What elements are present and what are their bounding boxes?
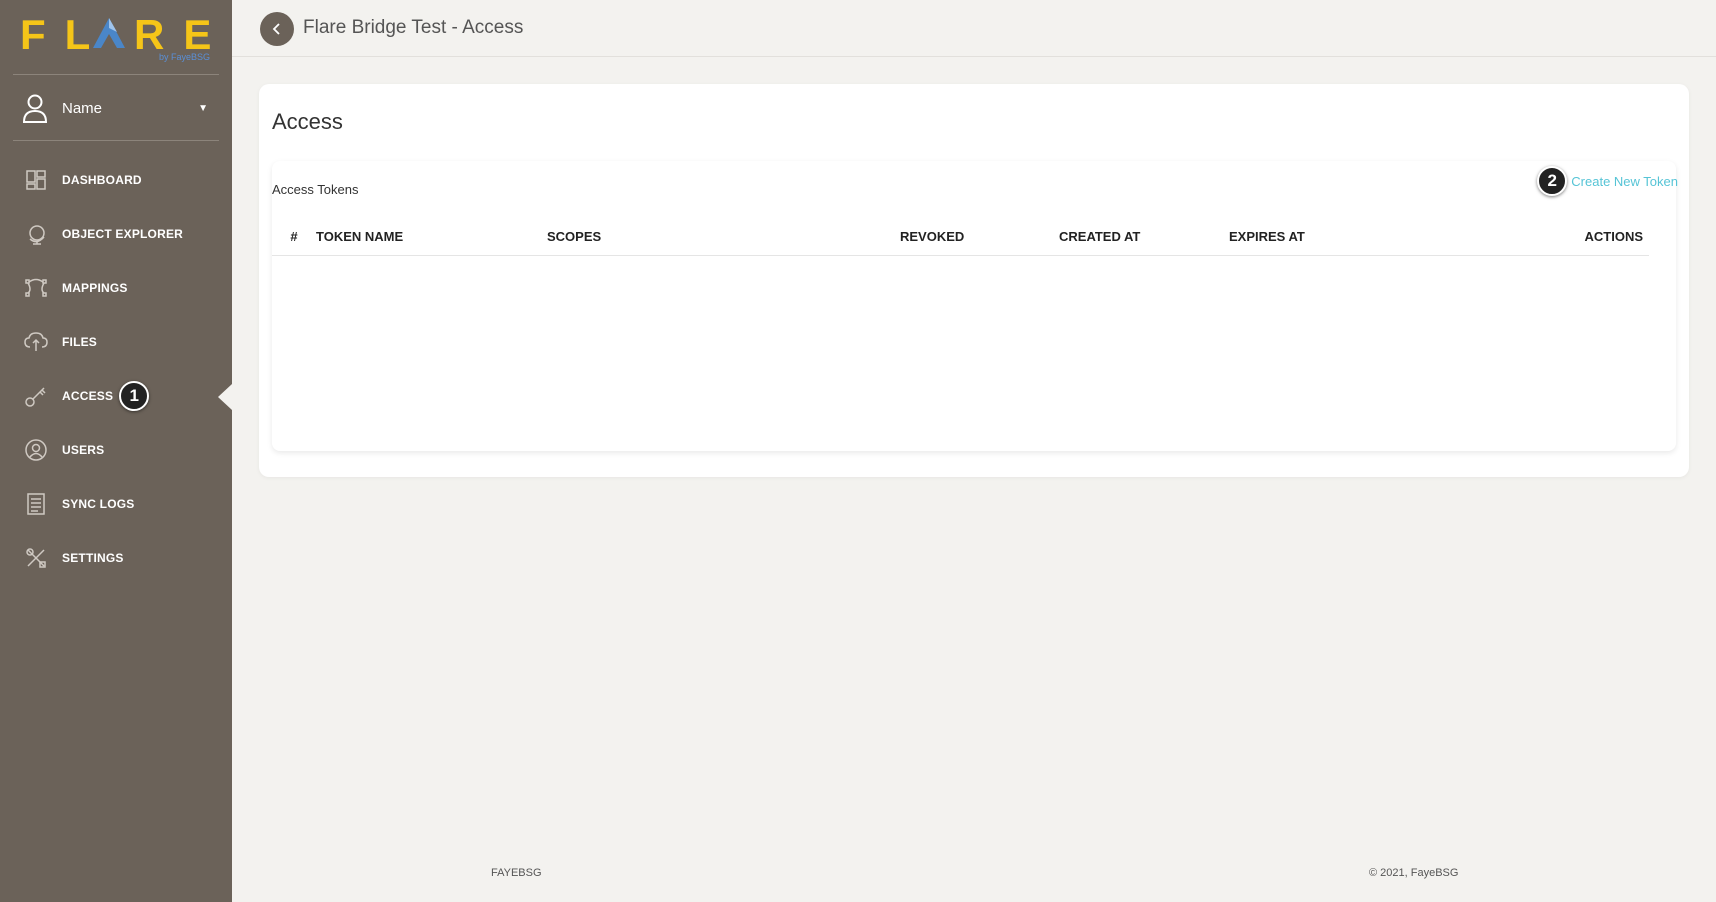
cloud-upload-icon: [24, 330, 48, 354]
column-header-number: #: [272, 217, 316, 256]
flare-logo[interactable]: FL RE by FayeBSG: [20, 14, 216, 64]
step-badge: 2: [1537, 166, 1568, 196]
column-header-revoked: REVOKED: [900, 217, 1059, 256]
sidebar-divider: [13, 140, 219, 141]
page-title: Flare Bridge Test - Access: [303, 17, 524, 38]
create-token-wrap: 2 Create New Token: [1537, 166, 1678, 196]
user-menu[interactable]: Name ▼: [22, 90, 208, 126]
sidebar-item-object-explorer[interactable]: OBJECT EXPLORER: [0, 207, 232, 261]
user-name: Name: [62, 99, 103, 117]
footer-copyright: © 2021, FayeBSG: [1369, 867, 1459, 879]
user-icon: [22, 94, 48, 123]
sidebar-item-files[interactable]: FILES: [0, 315, 232, 369]
mappings-icon: [24, 276, 48, 300]
sidebar-nav: DASHBOARD OBJECT EXPLORER MAPPINGS FILES…: [0, 153, 232, 585]
section-title: Access: [272, 109, 343, 134]
sidebar: FL RE by FayeBSG Name ▼ DASHBOARD OBJECT…: [0, 0, 232, 902]
tokens-label: Access Tokens: [272, 182, 359, 197]
create-new-token-link[interactable]: Create New Token: [1571, 174, 1678, 189]
chevron-down-icon: ▼: [198, 102, 208, 114]
column-header-expires-at: EXPIRES AT: [1229, 217, 1469, 256]
log-icon: [24, 492, 48, 516]
footer-brand: FAYEBSG: [491, 867, 542, 879]
globe-icon: [24, 222, 48, 246]
logo-mountain-icon: [93, 18, 125, 48]
sidebar-item-settings[interactable]: SETTINGS: [0, 531, 232, 585]
column-header-token-name: TOKEN NAME: [316, 217, 547, 256]
access-card: Access Access Tokens 2 Create New Token …: [259, 84, 1689, 477]
table-header-row: # TOKEN NAME SCOPES REVOKED CREATED AT E…: [272, 217, 1649, 256]
sidebar-item-label: MAPPINGS: [62, 281, 128, 295]
sidebar-item-label: FILES: [62, 335, 98, 349]
sidebar-item-label: USERS: [62, 443, 105, 457]
sidebar-item-label: OBJECT EXPLORER: [62, 227, 184, 241]
sidebar-item-mappings[interactable]: MAPPINGS: [0, 261, 232, 315]
dashboard-icon: [24, 168, 48, 192]
sidebar-item-users[interactable]: USERS: [0, 423, 232, 477]
sidebar-item-access[interactable]: ACCESS 1: [0, 369, 232, 423]
column-header-created-at: CREATED AT: [1059, 217, 1229, 256]
sidebar-item-label: SETTINGS: [62, 551, 124, 565]
tokens-panel: [272, 161, 1676, 451]
sidebar-item-sync-logs[interactable]: SYNC LOGS: [0, 477, 232, 531]
top-bar: Flare Bridge Test - Access: [232, 0, 1716, 57]
chevron-left-icon: [272, 23, 280, 35]
active-indicator: [218, 384, 232, 410]
user-circle-icon: [24, 438, 48, 462]
logo-word-right: RE: [134, 11, 231, 58]
sidebar-item-label: DASHBOARD: [62, 173, 142, 187]
step-badge: 1: [119, 381, 150, 411]
logo-subtitle: by FayeBSG: [158, 52, 210, 62]
sidebar-divider: [13, 74, 219, 75]
sidebar-item-label: ACCESS: [62, 389, 114, 403]
column-header-scopes: SCOPES: [547, 217, 900, 256]
tokens-table: # TOKEN NAME SCOPES REVOKED CREATED AT E…: [272, 217, 1649, 256]
sidebar-item-label: SYNC LOGS: [62, 497, 135, 511]
sidebar-item-dashboard[interactable]: DASHBOARD: [0, 153, 232, 207]
tools-icon: [24, 546, 48, 570]
column-header-actions: ACTIONS: [1469, 217, 1649, 256]
key-icon: [24, 384, 48, 408]
back-button[interactable]: [260, 12, 294, 46]
